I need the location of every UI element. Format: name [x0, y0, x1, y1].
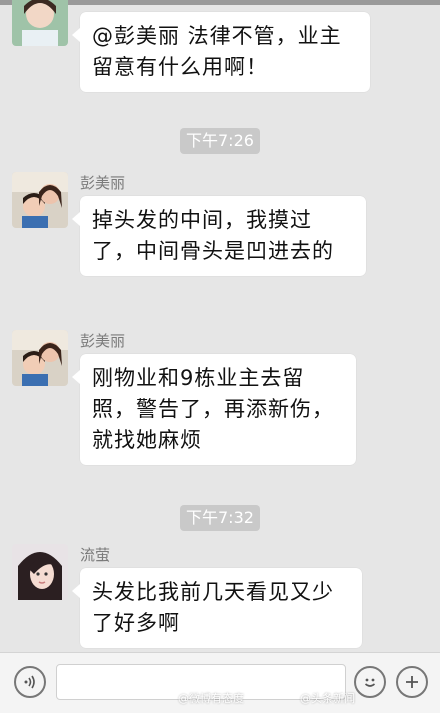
watermark: @微博有态度 — [178, 692, 244, 705]
message-bubble[interactable]: 刚物业和9栋业主去留照，警告了，再添新伤，就找她麻烦 — [72, 354, 356, 465]
message-text: 掉头发的中间，我摸过了，中间骨头是凹进去的 — [92, 208, 334, 263]
plus-icon[interactable] — [396, 666, 428, 698]
sender-name: 彭美丽 — [80, 174, 126, 192]
avatar[interactable] — [12, 330, 68, 386]
message-bubble[interactable]: @彭美丽 法律不管，业主留意有什么用啊！ — [72, 12, 370, 92]
emoji-icon[interactable] — [354, 666, 386, 698]
message-bubble[interactable]: 掉头发的中间，我摸过了，中间骨头是凹进去的 — [72, 196, 366, 276]
avatar[interactable] — [12, 544, 68, 600]
timestamp: 下午7:26 — [180, 128, 260, 154]
message-text: 头发比我前几天看见又少了好多啊 — [92, 580, 334, 635]
watermark: @头条新闻 — [300, 692, 355, 705]
message-text: @彭美丽 法律不管，业主留意有什么用啊！ — [92, 24, 342, 79]
sender-name: 流萤 — [80, 546, 111, 564]
message-text: 刚物业和9栋业主去留照，警告了，再添新伤，就找她麻烦 — [92, 366, 334, 452]
message-bubble[interactable]: 头发比我前几天看见又少了好多啊 — [72, 568, 362, 648]
avatar[interactable] — [12, 172, 68, 228]
voice-icon[interactable] — [14, 666, 46, 698]
timestamp: 下午7:32 — [180, 505, 260, 531]
sender-name: 彭美丽 — [80, 332, 126, 350]
avatar[interactable] — [12, 0, 68, 46]
